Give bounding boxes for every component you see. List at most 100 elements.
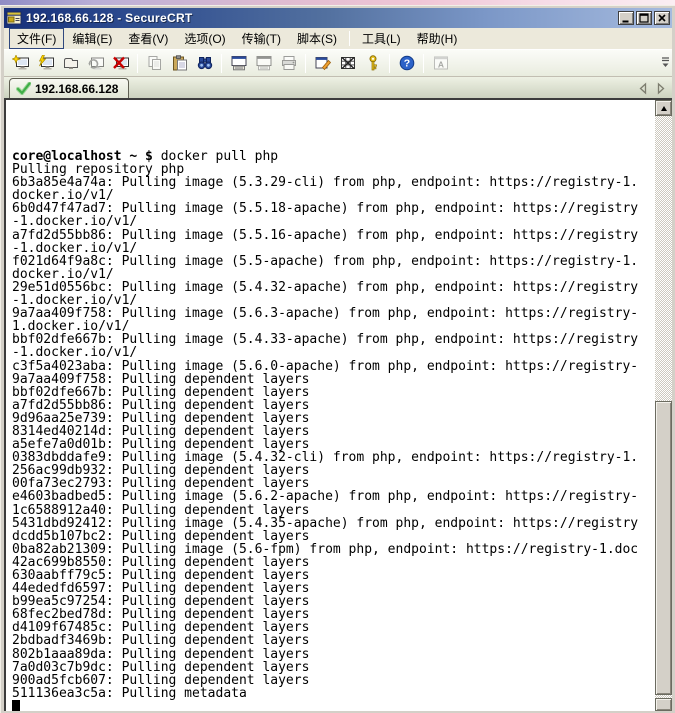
- help-button[interactable]: ?: [394, 51, 419, 75]
- disconnect-button[interactable]: [108, 51, 133, 75]
- toolbar-separator: [221, 54, 222, 73]
- session-options-icon: [230, 55, 248, 71]
- menu-edit[interactable]: 编辑(E): [64, 28, 120, 49]
- properties-icon: [314, 55, 332, 71]
- menu-transfer[interactable]: 传输(T): [234, 28, 289, 49]
- paste-icon: [171, 55, 189, 71]
- keymap-editor-icon: [339, 55, 357, 71]
- quick-connect-button[interactable]: [8, 51, 33, 75]
- properties-button[interactable]: [310, 51, 335, 75]
- terminal-lines: Pulling repository php6b3a85e4a74a: Pull…: [12, 163, 652, 700]
- toolbar-separator: [305, 54, 306, 73]
- window-frame: 192.168.66.128 - SecureCRT 文件(F) 编辑(E) 查…: [0, 5, 675, 713]
- disconnect-icon: [112, 55, 130, 71]
- title-bar[interactable]: 192.168.66.128 - SecureCRT: [4, 8, 672, 28]
- scroll-up-button[interactable]: [655, 100, 672, 116]
- close-icon: [656, 12, 668, 24]
- toolbar-separator: [137, 54, 138, 73]
- maximize-button[interactable]: [636, 11, 652, 25]
- terminal-line: 9a7aa409f758: Pulling dependent layers: [12, 373, 652, 386]
- quick-connect-icon: [12, 55, 30, 71]
- connect-button[interactable]: [33, 51, 58, 75]
- svg-text:?: ?: [403, 58, 409, 70]
- reconnect-button: [83, 51, 108, 75]
- vertical-scrollbar[interactable]: [655, 100, 672, 711]
- character-encoding-icon: A: [432, 55, 450, 71]
- menu-bar: 文件(F) 编辑(E) 查看(V) 选项(O) 传输(T) 脚本(S) 工具(L…: [4, 28, 672, 49]
- tab-scroll-left-button[interactable]: [637, 81, 649, 96]
- terminal-line: bbf02dfe667b: Pulling dependent layers: [12, 386, 652, 399]
- terminal-output[interactable]: core@localhost ~ $ docker pull php Pulli…: [6, 100, 652, 711]
- menu-view[interactable]: 查看(V): [120, 28, 176, 49]
- toolbar-overflow-button[interactable]: [661, 54, 670, 75]
- clone-session-icon: [255, 55, 273, 71]
- terminal-line: 511136ea3c5a: Pulling metadata: [12, 687, 652, 700]
- terminal-line: 7a0d03c7b9dc: Pulling dependent layers: [12, 661, 652, 674]
- reconnect-icon: [87, 55, 105, 71]
- securecrt-window: 192.168.66.128 - SecureCRT 文件(F) 编辑(E) 查…: [0, 0, 675, 713]
- terminal-line: a7fd2d55bb86: Pulling dependent layers: [12, 399, 652, 412]
- print-button: [276, 51, 301, 75]
- session-options-button[interactable]: [226, 51, 251, 75]
- terminal-line: 1c6588912a40: Pulling dependent layers: [12, 504, 652, 517]
- tab-scroll-right-button[interactable]: [655, 81, 667, 96]
- toolbar: ? A: [4, 49, 672, 77]
- chevron-left-icon: [638, 82, 648, 95]
- copy-button: [142, 51, 167, 75]
- window-title: 192.168.66.128 - SecureCRT: [26, 11, 616, 25]
- terminal-line: dcdd5b107bc2: Pulling dependent layers: [12, 530, 652, 543]
- copy-icon: [146, 55, 164, 71]
- terminal-line: c3f5a4023aba: Pulling image (5.6.0-apach…: [12, 360, 652, 373]
- terminal-line: 802b1aaa89da: Pulling dependent layers: [12, 648, 652, 661]
- menu-file[interactable]: 文件(F): [9, 28, 64, 49]
- terminal-line: f021d64f9a8c: Pulling image (5.5-apache)…: [12, 255, 652, 268]
- connect-in-tab-icon: [62, 55, 80, 71]
- terminal-cursor-line: [12, 700, 652, 711]
- maximize-icon: [638, 12, 650, 24]
- terminal-line: -1.docker.io/v1/: [12, 346, 652, 359]
- connect-in-tab-button[interactable]: [58, 51, 83, 75]
- terminal-line: 0ba82ab21309: Pulling image (5.6-fpm) fr…: [12, 543, 652, 556]
- print-icon: [280, 55, 298, 71]
- help-icon: ?: [398, 55, 416, 71]
- tab-scroll-nav: [637, 81, 667, 96]
- terminal-area[interactable]: core@localhost ~ $ docker pull php Pulli…: [4, 98, 672, 711]
- minimize-button[interactable]: [618, 11, 634, 25]
- terminal-line: 9d96aa25e739: Pulling dependent layers: [12, 412, 652, 425]
- arrow-up-icon: [661, 106, 667, 111]
- paste-button[interactable]: [167, 51, 192, 75]
- session-tab-label: 192.168.66.128: [35, 82, 118, 96]
- scrollbar-thumb[interactable]: [655, 401, 672, 695]
- toolbar-separator: [423, 54, 424, 73]
- svg-text:A: A: [437, 60, 443, 70]
- character-encoding-button: A: [428, 51, 453, 75]
- terminal-line: 900ad5fcb607: Pulling dependent layers: [12, 674, 652, 687]
- menu-help[interactable]: 帮助(H): [409, 28, 466, 49]
- menu-script[interactable]: 脚本(S): [289, 28, 345, 49]
- chevron-right-icon: [656, 82, 666, 95]
- close-button[interactable]: [654, 11, 670, 25]
- keymap-editor-button[interactable]: [335, 51, 360, 75]
- menu-tools[interactable]: 工具(L): [354, 28, 409, 49]
- find-icon: [196, 55, 214, 71]
- terminal-line: a7fd2d55bb86: Pulling image (5.5.16-apac…: [12, 229, 652, 242]
- menu-options[interactable]: 选项(O): [176, 28, 233, 49]
- scroll-down-button[interactable]: [655, 698, 672, 711]
- connected-check-icon: [16, 82, 31, 95]
- menu-separator: [349, 31, 350, 46]
- terminal-line: 5431dbd92412: Pulling image (5.4.35-apac…: [12, 517, 652, 530]
- terminal-line: 2bdbadf3469b: Pulling dependent layers: [12, 634, 652, 647]
- terminal-cursor: [12, 700, 20, 711]
- ssh-key-button[interactable]: [360, 51, 385, 75]
- connect-icon: [37, 55, 55, 71]
- terminal-line: -1.docker.io/v1/: [12, 215, 652, 228]
- session-tab-bar: 192.168.66.128: [4, 77, 672, 98]
- ssh-key-icon: [364, 55, 382, 71]
- clone-session-button: [251, 51, 276, 75]
- minimize-icon: [620, 12, 632, 24]
- terminal-line: e4603badbed5: Pulling image (5.6.2-apach…: [12, 490, 652, 503]
- terminal-line: -1.docker.io/v1/: [12, 242, 652, 255]
- session-tab-active[interactable]: 192.168.66.128: [9, 78, 129, 98]
- securecrt-app-icon: [6, 11, 22, 26]
- find-button[interactable]: [192, 51, 217, 75]
